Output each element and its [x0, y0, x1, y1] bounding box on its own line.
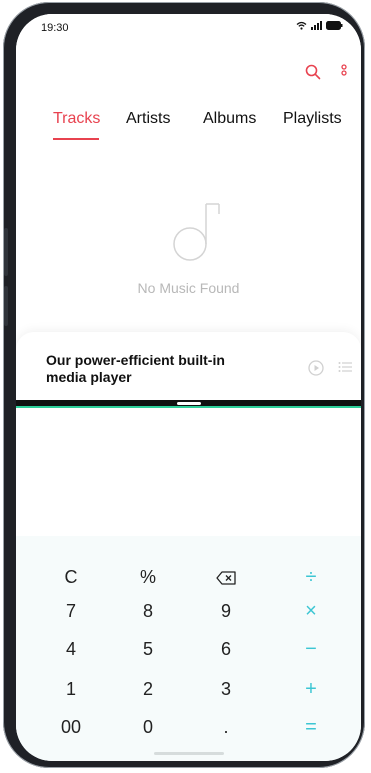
battery-icon [326, 21, 343, 30]
music-note-icon [173, 203, 220, 261]
home-indicator[interactable] [154, 752, 224, 755]
app-actions [305, 64, 347, 80]
screen: 19:30 Tracks Artists Albums Playlists No… [16, 14, 361, 761]
backspace-icon [216, 571, 236, 585]
key-backspace[interactable] [196, 562, 256, 592]
tab-tracks[interactable]: Tracks [53, 110, 100, 128]
search-icon[interactable] [305, 64, 321, 80]
empty-state-text: No Music Found [137, 280, 240, 296]
playlist-icon[interactable] [338, 360, 352, 374]
key-1[interactable]: 1 [41, 674, 101, 704]
key-double-zero[interactable]: 00 [41, 712, 101, 742]
key-6[interactable]: 6 [196, 634, 256, 664]
music-app: 19:30 Tracks Artists Albums Playlists No… [16, 14, 361, 400]
key-0[interactable]: 0 [118, 712, 178, 742]
status-bar: 19:30 [16, 14, 361, 40]
key-3[interactable]: 3 [196, 674, 256, 704]
status-icons [296, 21, 343, 30]
key-subtract[interactable]: − [281, 634, 341, 664]
key-4[interactable]: 4 [41, 634, 101, 664]
tab-artists[interactable]: Artists [126, 110, 170, 128]
key-9[interactable]: 9 [196, 596, 256, 626]
tab-albums[interactable]: Albums [203, 110, 256, 128]
key-8[interactable]: 8 [118, 596, 178, 626]
key-7[interactable]: 7 [41, 596, 101, 626]
split-divider-handle[interactable] [177, 402, 201, 405]
mini-player[interactable]: Our power-efficient built-in media playe… [16, 332, 361, 400]
key-divide[interactable]: ÷ [281, 562, 341, 592]
key-5[interactable]: 5 [118, 634, 178, 664]
key-percent[interactable]: % [118, 562, 178, 592]
volume-button [4, 228, 8, 276]
mini-player-title: Our power-efficient built-in media playe… [46, 352, 246, 386]
calculator-keypad: C % ÷ 7 8 9 × 4 5 6 − 1 2 3 + 00 0 . = [16, 536, 361, 761]
tab-playlists[interactable]: Playlists [283, 110, 342, 128]
more-options-icon[interactable] [341, 64, 347, 80]
signal-icon [311, 21, 322, 30]
key-2[interactable]: 2 [118, 674, 178, 704]
key-equals[interactable]: = [281, 712, 341, 742]
key-add[interactable]: + [281, 674, 341, 704]
wifi-icon [296, 21, 307, 30]
active-tab-indicator [53, 138, 99, 140]
play-icon[interactable] [308, 360, 324, 376]
key-decimal[interactable]: . [196, 712, 256, 742]
key-multiply[interactable]: × [281, 596, 341, 626]
mini-player-title-line2: media player [46, 369, 132, 385]
key-clear[interactable]: C [41, 562, 101, 592]
status-time: 19:30 [41, 22, 69, 34]
mini-player-title-line1: Our power-efficient built-in [46, 352, 225, 368]
calculator-display [16, 408, 361, 536]
power-button [4, 286, 8, 326]
phone-frame: 19:30 Tracks Artists Albums Playlists No… [3, 2, 365, 768]
